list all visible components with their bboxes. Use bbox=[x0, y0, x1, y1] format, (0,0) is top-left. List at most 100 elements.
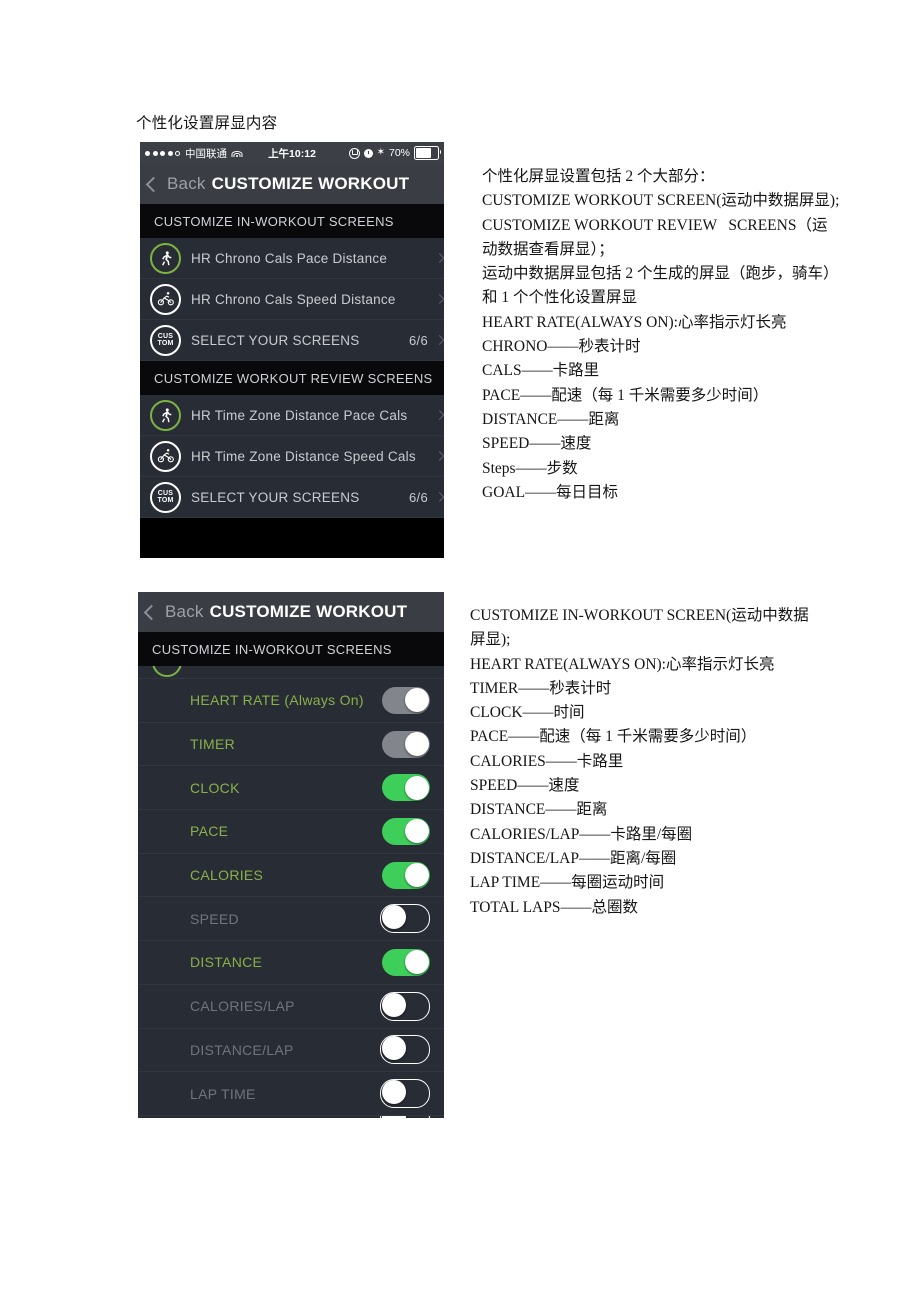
custom-badge-line-2: TOM bbox=[157, 340, 174, 347]
list-item[interactable]: HR Chrono Cals Pace Distance bbox=[140, 238, 444, 279]
annotation-line: 个性化屏显设置包括 2 个大部分： bbox=[482, 168, 715, 185]
annotation-line: CUSTOMIZE IN-WORKOUT SCREEN(运动中数据 bbox=[470, 607, 809, 624]
toggle-row-pace[interactable]: PACE bbox=[138, 810, 444, 854]
list-item[interactable]: HR Chrono Cals Speed Distance bbox=[140, 279, 444, 320]
chevron-right-icon bbox=[434, 410, 444, 420]
section-header-in-workout: CUSTOMIZE IN-WORKOUT SCREENS bbox=[140, 204, 444, 238]
battery-percent-label: 70% bbox=[388, 147, 410, 159]
annotation-line: LAP TIME——每圈运动时间 bbox=[470, 874, 665, 892]
toggle-switch[interactable] bbox=[380, 1115, 430, 1118]
toggle-row-clock[interactable]: CLOCK bbox=[138, 766, 444, 811]
annotation-line: CUSTOMIZE WORKOUT REVIEW SCREENS（运 bbox=[482, 216, 828, 234]
annotation-line: SPEED——速度 bbox=[482, 435, 592, 453]
chevron-right-icon bbox=[434, 253, 444, 263]
toggle-switch[interactable] bbox=[382, 730, 430, 758]
annotation-line: GOAL——每日目标 bbox=[482, 483, 619, 501]
chevron-left-icon[interactable] bbox=[143, 604, 160, 620]
nav-bar-two: Back CUSTOMIZE WORKOUT bbox=[138, 592, 444, 632]
annotation-line: DISTANCE——距离 bbox=[470, 801, 608, 819]
rotation-lock-icon bbox=[348, 147, 360, 159]
annotation-line: HEART RATE(ALWAYS ON):心率指示灯长亮 bbox=[482, 313, 787, 331]
toggle-label: SPEED bbox=[190, 910, 239, 927]
toggle-row-partial[interactable] bbox=[138, 1115, 444, 1118]
toggle-row-timer[interactable]: TIMER bbox=[138, 722, 444, 767]
nav-title: CUSTOMIZE WORKOUT bbox=[211, 174, 410, 193]
annotation-line: DISTANCE/LAP——距离/每圈 bbox=[470, 849, 677, 867]
custom-badge-icon: CUS TOM bbox=[150, 324, 181, 356]
toggle-label: CALORIES bbox=[190, 867, 264, 884]
cycling-icon bbox=[150, 283, 181, 315]
phone-screenshot-one: 中国联通 上午10:12 ✶ 70% Back CUSTOMIZE WORKOU… bbox=[140, 142, 444, 558]
toggle-label: CLOCK bbox=[190, 779, 240, 796]
chevron-right-icon bbox=[434, 451, 444, 461]
toggle-switch[interactable] bbox=[382, 861, 430, 889]
toggle-row-lap-time[interactable]: LAP TIME bbox=[138, 1072, 444, 1116]
custom-badge-icon: CUS TOM bbox=[150, 481, 181, 513]
partial-running-icon bbox=[138, 666, 444, 679]
chevron-left-icon[interactable] bbox=[145, 176, 162, 192]
toggle-switch[interactable] bbox=[382, 817, 430, 845]
annotation-line: TIMER——秒表计时 bbox=[470, 679, 612, 697]
battery-icon bbox=[414, 146, 441, 160]
bluetooth-icon: ✶ bbox=[376, 147, 385, 158]
toggle-row-distance-lap[interactable]: DISTANCE/LAP bbox=[138, 1028, 444, 1073]
toggle-switch[interactable] bbox=[380, 991, 430, 1021]
toggle-label: PACE bbox=[190, 823, 229, 840]
list-item-label: HR Time Zone Distance Pace Cals bbox=[191, 407, 408, 423]
chevron-right-icon bbox=[434, 335, 444, 345]
toggle-row-calories[interactable]: CALORIES bbox=[138, 853, 444, 898]
page-title: 个性化设置屏显内容 bbox=[136, 115, 278, 132]
annotation-line: CHRONO——秒表计时 bbox=[482, 338, 641, 356]
annotation-line: 运动中数据屏显包括 2 个生成的屏显（跑步，骑车） bbox=[482, 265, 839, 283]
annotation-line: CUSTOMIZE WORKOUT SCREEN(运动中数据屏显); bbox=[482, 192, 840, 210]
list-item[interactable]: HR Time Zone Distance Pace Cals bbox=[140, 395, 444, 436]
ios-status-bar: 中国联通 上午10:12 ✶ 70% bbox=[140, 142, 444, 164]
list-item-label: SELECT YOUR SCREENS bbox=[191, 332, 360, 348]
chevron-right-icon bbox=[434, 492, 444, 502]
back-button[interactable]: Back bbox=[165, 602, 204, 622]
annotation-line: 和 1 个个性化设置屏显 bbox=[482, 289, 638, 307]
annotation-line: CLOCK——时间 bbox=[470, 704, 585, 722]
list-item-label: HR Chrono Cals Speed Distance bbox=[191, 291, 396, 307]
list-item[interactable]: CUS TOM SELECT YOUR SCREENS 6/6 bbox=[140, 477, 444, 518]
toggle-label: CALORIES/LAP bbox=[190, 998, 295, 1015]
toggle-switch[interactable] bbox=[382, 774, 430, 802]
toggle-label: TIMER bbox=[190, 736, 236, 753]
toggle-switch[interactable] bbox=[382, 948, 430, 976]
back-button[interactable]: Back bbox=[167, 174, 206, 194]
screen-count-badge: 6/6 bbox=[409, 332, 428, 348]
annotation-line: DISTANCE——距离 bbox=[482, 410, 620, 428]
list-item-label: HR Chrono Cals Pace Distance bbox=[191, 250, 388, 266]
cycling-icon bbox=[150, 440, 181, 472]
toggle-label: DISTANCE bbox=[190, 954, 263, 971]
list-item-label: HR Time Zone Distance Speed Cals bbox=[191, 448, 416, 464]
toggle-row-speed[interactable]: SPEED bbox=[138, 897, 444, 942]
toggle-switch[interactable] bbox=[380, 1079, 430, 1109]
section-header-review-screens: CUSTOMIZE WORKOUT REVIEW SCREENS bbox=[140, 361, 444, 395]
toggle-label: DISTANCE/LAP bbox=[190, 1041, 294, 1058]
toggle-switch[interactable] bbox=[382, 686, 430, 714]
screen-count-badge: 6/6 bbox=[409, 489, 428, 505]
list-item[interactable]: CUS TOM SELECT YOUR SCREENS 6/6 bbox=[140, 320, 444, 361]
section-header-in-workout: CUSTOMIZE IN-WORKOUT SCREENS bbox=[138, 632, 444, 666]
toggle-label: LAP TIME bbox=[190, 1085, 256, 1102]
phone-screenshot-two: Back CUSTOMIZE WORKOUT CUSTOMIZE IN-WORK… bbox=[138, 592, 444, 1118]
status-bar-right: ✶ 70% bbox=[348, 146, 441, 160]
toggle-switch[interactable] bbox=[380, 904, 430, 934]
toggle-row-heart-rate[interactable]: HEART RATE (Always On) bbox=[138, 679, 444, 723]
running-icon bbox=[150, 242, 181, 274]
toggle-label: HEART RATE (Always On) bbox=[190, 692, 364, 709]
nav-title: CUSTOMIZE WORKOUT bbox=[209, 602, 408, 621]
alarm-icon bbox=[363, 148, 373, 158]
running-icon bbox=[150, 399, 181, 431]
toggle-switch[interactable] bbox=[380, 1035, 430, 1065]
nav-bar-one: Back CUSTOMIZE WORKOUT bbox=[140, 164, 444, 204]
annotation-block-two: CUSTOMIZE IN-WORKOUT SCREEN(运动中数据 屏显); H… bbox=[470, 604, 868, 920]
toggle-row-distance[interactable]: DISTANCE bbox=[138, 941, 444, 985]
annotation-line: Steps——步数 bbox=[482, 459, 578, 477]
toggle-row-calories-lap[interactable]: CALORIES/LAP bbox=[138, 984, 444, 1029]
annotation-line: SPEED——速度 bbox=[470, 777, 580, 795]
annotation-line: PACE——配速（每 1 千米需要多少时间） bbox=[470, 728, 757, 746]
list-item[interactable]: HR Time Zone Distance Speed Cals bbox=[140, 436, 444, 477]
annotation-line: CALORIES/LAP——卡路里/每圈 bbox=[470, 825, 693, 843]
